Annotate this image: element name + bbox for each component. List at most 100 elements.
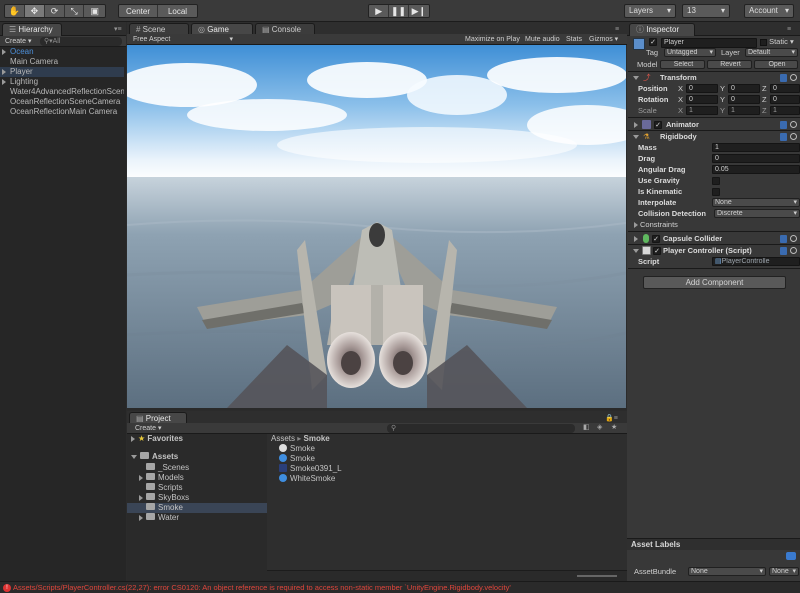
- tag-icon[interactable]: [786, 552, 796, 560]
- gear-icon[interactable]: [790, 121, 797, 128]
- mass-field[interactable]: 1: [712, 143, 800, 152]
- interpolate-dropdown[interactable]: None ▾: [712, 198, 800, 207]
- favorites-node[interactable]: ★ Favorites: [131, 434, 183, 444]
- layout-dropdown[interactable]: 13 ▾: [682, 4, 730, 18]
- hierarchy-search-input[interactable]: ⚲▾All: [40, 37, 122, 46]
- asset-bundle-variant-dropdown[interactable]: None ▾: [769, 567, 799, 576]
- constraints-row[interactable]: Constraints: [630, 219, 800, 230]
- capsule-collider-header[interactable]: ✓ Capsule Collider: [630, 233, 800, 244]
- layers-dropdown[interactable]: Layers ▾: [624, 4, 676, 18]
- hierarchy-create-button[interactable]: Create ▾: [5, 37, 31, 46]
- folder-item[interactable]: Models: [127, 473, 267, 483]
- help-book-icon[interactable]: [780, 247, 787, 255]
- tag-dropdown[interactable]: Untagged ▾: [664, 48, 716, 57]
- rotation-y-field[interactable]: 0: [728, 95, 760, 104]
- panel-menu-icon[interactable]: ▾≡: [114, 25, 122, 34]
- stats-toggle[interactable]: Stats: [566, 35, 582, 44]
- tab-hierarchy[interactable]: ☰ Hierarchy: [2, 23, 62, 36]
- help-book-icon[interactable]: [780, 133, 787, 141]
- hierarchy-foldout-icon[interactable]: [2, 69, 6, 75]
- account-dropdown[interactable]: Account ▾: [744, 4, 794, 18]
- move-tool-icon[interactable]: ✥: [24, 5, 46, 17]
- folder-foldout-icon[interactable]: [139, 494, 143, 501]
- step-icon[interactable]: ▶❙: [408, 5, 429, 17]
- layer-dropdown[interactable]: Default ▾: [745, 48, 798, 57]
- assets-node[interactable]: Assets: [131, 452, 178, 462]
- static-toggle[interactable]: Static ▾: [760, 36, 794, 47]
- folder-foldout-icon[interactable]: [139, 474, 143, 481]
- folder-item[interactable]: SkyBoxs: [127, 493, 267, 503]
- transform-foldout-icon[interactable]: [633, 76, 639, 80]
- asset-file-item[interactable]: Smoke0391_L: [279, 463, 342, 474]
- add-component-button[interactable]: Add Component: [643, 276, 786, 289]
- gear-icon[interactable]: [790, 235, 797, 242]
- project-create-button[interactable]: Create ▾: [135, 424, 161, 433]
- console-status-bar[interactable]: ! Assets/Scripts/PlayerController.cs(22,2…: [0, 581, 800, 593]
- scale-z-field[interactable]: 1: [770, 106, 800, 115]
- drag-field[interactable]: 0: [712, 154, 800, 163]
- gear-icon[interactable]: [790, 74, 797, 81]
- position-x-field[interactable]: 0: [686, 84, 718, 93]
- capsule-foldout-icon[interactable]: [634, 236, 638, 242]
- play-icon[interactable]: ▶: [369, 5, 390, 17]
- position-y-field[interactable]: 0: [728, 84, 760, 93]
- hierarchy-foldout-icon[interactable]: [2, 79, 6, 85]
- rotation-z-field[interactable]: 0: [770, 95, 800, 104]
- hierarchy-foldout-icon[interactable]: [2, 49, 6, 55]
- rect-tool-icon[interactable]: ▣: [84, 5, 105, 17]
- model-open-button[interactable]: Open: [754, 60, 798, 69]
- rigidbody-foldout-icon[interactable]: [633, 135, 639, 139]
- hand-tool-icon[interactable]: ✋: [5, 5, 25, 17]
- folder-item[interactable]: Water: [127, 513, 267, 523]
- model-select-button[interactable]: Select: [660, 60, 705, 69]
- hierarchy-item[interactable]: Ocean: [0, 47, 124, 57]
- asset-bundle-dropdown[interactable]: None ▾: [688, 567, 766, 576]
- script-field[interactable]: ▤PlayerControlle: [712, 257, 800, 266]
- maximize-on-play-toggle[interactable]: Maximize on Play: [465, 35, 520, 44]
- space-local-button[interactable]: Local: [158, 5, 197, 17]
- mute-audio-toggle[interactable]: Mute audio: [525, 35, 560, 44]
- project-panel-menu-icon[interactable]: 🔒≡: [605, 414, 618, 423]
- hierarchy-item[interactable]: Water4AdvancedReflectionScene: [0, 87, 124, 97]
- animator-enabled-checkbox[interactable]: ✓: [654, 121, 662, 129]
- angular-drag-field[interactable]: 0.05: [712, 165, 800, 174]
- favorite-star-icon[interactable]: ★: [611, 423, 617, 432]
- asset-file-item[interactable]: Smoke: [279, 443, 315, 454]
- gear-icon[interactable]: [790, 133, 797, 140]
- hierarchy-item[interactable]: OceanReflectionMain Camera: [0, 107, 124, 117]
- help-book-icon[interactable]: [780, 121, 787, 129]
- scale-y-field[interactable]: 1: [728, 106, 760, 115]
- gear-icon[interactable]: [790, 247, 797, 254]
- folder-foldout-icon[interactable]: [139, 514, 143, 521]
- hierarchy-item[interactable]: Main Camera: [0, 57, 124, 67]
- hierarchy-item[interactable]: Lighting: [0, 77, 124, 87]
- player-controller-header[interactable]: ✓ Player Controller (Script): [630, 245, 800, 256]
- player-controller-foldout-icon[interactable]: [633, 249, 639, 253]
- game-viewport[interactable]: [127, 45, 626, 408]
- breadcrumb-assets[interactable]: Assets: [271, 434, 295, 443]
- help-book-icon[interactable]: [780, 235, 787, 243]
- player-controller-enabled-checkbox[interactable]: ✓: [653, 247, 661, 255]
- transform-header[interactable]: ⤴ Transform: [630, 72, 800, 83]
- capsule-enabled-checkbox[interactable]: ✓: [652, 235, 660, 243]
- asset-file-item[interactable]: WhiteSmoke: [279, 473, 335, 484]
- rotate-tool-icon[interactable]: ⟳: [45, 5, 65, 17]
- breadcrumb-smoke[interactable]: Smoke: [304, 434, 330, 443]
- pause-icon[interactable]: ❚❚: [389, 5, 409, 17]
- pivot-center-button[interactable]: Center: [119, 5, 159, 17]
- folder-item[interactable]: _Scenes: [127, 463, 267, 473]
- use-gravity-checkbox[interactable]: [712, 177, 720, 185]
- scale-x-field[interactable]: 1: [686, 106, 718, 115]
- help-book-icon[interactable]: [780, 74, 787, 82]
- aspect-dropdown[interactable]: Free Aspect ▾: [133, 35, 233, 44]
- is-kinematic-checkbox[interactable]: [712, 188, 720, 196]
- asset-file-item[interactable]: Smoke: [279, 453, 315, 464]
- view-panel-menu-icon[interactable]: ≡: [615, 25, 619, 34]
- rotation-x-field[interactable]: 0: [686, 95, 718, 104]
- filter-by-label-icon[interactable]: ◈: [597, 423, 602, 432]
- object-active-checkbox[interactable]: ✓: [649, 38, 657, 46]
- tab-inspector[interactable]: ⓘ Inspector: [629, 23, 695, 36]
- project-search-input[interactable]: ⚲: [387, 424, 575, 433]
- hierarchy-item[interactable]: Player: [0, 67, 124, 77]
- scale-tool-icon[interactable]: ⤡: [64, 5, 85, 17]
